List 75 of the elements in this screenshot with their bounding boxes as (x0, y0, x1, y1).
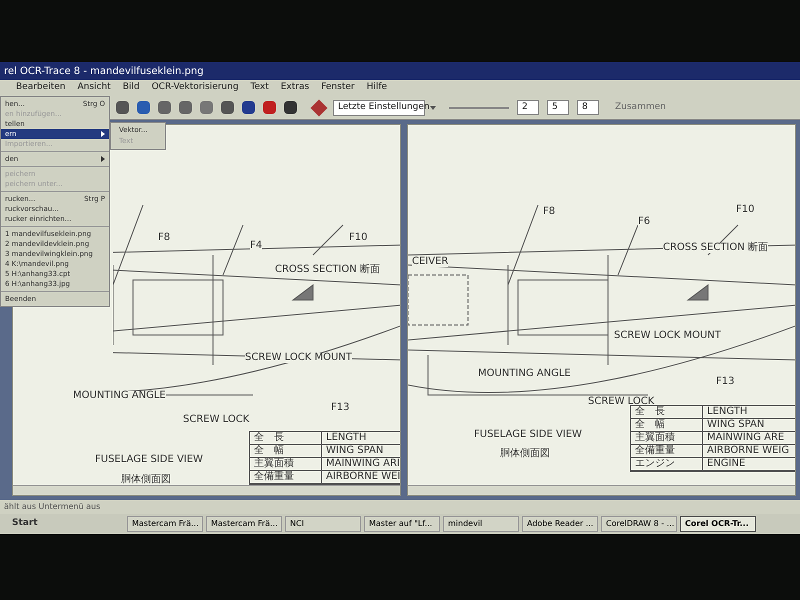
taskbar-button[interactable]: Master auf "Lf... (364, 516, 440, 532)
drawing-label: F10 (349, 233, 368, 243)
table-cell-text: LENGTH (706, 406, 748, 418)
drawing-label: 胴体側面図 (121, 475, 171, 485)
drawing-label: F8 (543, 207, 556, 217)
submenu-arrow-icon (101, 156, 105, 162)
table-cell-text: LENGTH (325, 432, 368, 444)
table-cell-text: ENGINE (706, 458, 746, 470)
drawing-label: MOUNTING ANGLE (73, 391, 166, 401)
table-cell: エンジン (631, 458, 703, 470)
menu-item[interactable]: Bild (122, 81, 140, 95)
menu-item[interactable]: Fenster (321, 81, 355, 95)
drawing-label: SCREW LOCK MOUNT (614, 331, 721, 341)
taskbar-button[interactable]: Mastercam Frä... (206, 516, 282, 532)
drawing-label: F6 (638, 217, 650, 227)
toolbar-icon[interactable] (242, 101, 255, 114)
drawing-label: CEIVER (412, 257, 448, 267)
caret-icon (430, 106, 436, 110)
menu-item[interactable]: Ansicht (77, 81, 111, 95)
drawing-label: CROSS SECTION 断面 (663, 243, 768, 253)
table-cell-text: WING SPAN (706, 419, 766, 431)
table-cell-text: AIRBORNE WEI (325, 471, 400, 483)
submenu-arrow-icon (101, 131, 105, 137)
taskbar-button[interactable]: Corel OCR-Tr... (680, 516, 756, 532)
menu-item[interactable]: Extras (280, 81, 310, 95)
table-cell: 全 長 (250, 432, 322, 444)
horizontal-scrollbar[interactable] (408, 485, 795, 495)
table-cell-text: MAINWING ARE (706, 432, 786, 444)
table-cell: 主翼面積 (250, 458, 322, 470)
toolbar-icon[interactable] (263, 101, 276, 114)
toolbar-icon[interactable] (116, 101, 129, 114)
drawing-label: CROSS SECTION 断面 (275, 265, 380, 275)
taskbar-button[interactable]: mindevil (443, 516, 519, 532)
drawing-label: F8 (158, 233, 170, 243)
taskbar-button[interactable]: Mastercam Frä... (127, 516, 203, 532)
toolbar-icon[interactable] (179, 101, 192, 114)
drawing-label: F4 (250, 241, 262, 251)
menu-item[interactable]: Text (250, 81, 269, 95)
toolbar-icon[interactable] (137, 101, 150, 114)
merge-label: Zusammen (615, 100, 666, 114)
table-cell-text: WING SPAN (325, 445, 384, 457)
horizontal-scrollbar[interactable] (13, 485, 400, 495)
start-button[interactable]: Start (4, 516, 124, 532)
taskbar-button[interactable]: Adobe Reader ... (522, 516, 598, 532)
menu-item[interactable]: OCR-Vektorisierung (152, 81, 239, 95)
table-cell: 全 幅 (250, 445, 322, 457)
toolbar-icon[interactable] (158, 101, 171, 114)
toolbar-icon[interactable] (221, 101, 234, 114)
taskbar-button[interactable]: CorelDRAW 8 - ... (601, 516, 677, 532)
table-cell-text: AIRBORNE WEIG (706, 445, 790, 457)
drawing-label: F13 (716, 377, 734, 387)
table-cell: 全 幅 (631, 419, 703, 431)
drawing-label: F13 (331, 403, 350, 413)
drawing-label: SCREW LOCK (183, 415, 250, 425)
drawing-label: SCREW LOCK (588, 397, 654, 407)
table-cell: 主翼面積 (631, 432, 703, 444)
number-field[interactable]: 2 (517, 100, 539, 115)
menu-item[interactable]: Bearbeiten (16, 81, 66, 95)
toolbar-icon[interactable] (284, 101, 297, 114)
number-field[interactable]: 8 (577, 100, 599, 115)
drawing-label: SCREW LOCK MOUNT (245, 353, 352, 363)
menu-item[interactable]: Hilfe (366, 81, 388, 95)
drawing-label: MOUNTING ANGLE (478, 369, 571, 379)
table-cell: 全 長 (631, 406, 703, 418)
drawing-label: FUSELAGE SIDE VIEW (474, 430, 582, 440)
table-cell: 全備重量 (250, 471, 322, 483)
drawing-label: 胴体側面図 (500, 449, 550, 459)
status-text: ählt aus Untermenü aus (4, 501, 100, 513)
number-field[interactable]: 5 (547, 100, 569, 115)
drawing-label: FUSELAGE SIDE VIEW (95, 455, 203, 465)
table-cell: 全備重量 (631, 445, 703, 457)
taskbar-button[interactable]: NCI (285, 516, 361, 532)
drawing-label: F10 (736, 205, 754, 215)
table-cell-text: MAINWING ARI (325, 458, 400, 470)
window-title: rel OCR-Trace 8 - mandevilfuseklein.png (4, 64, 204, 78)
